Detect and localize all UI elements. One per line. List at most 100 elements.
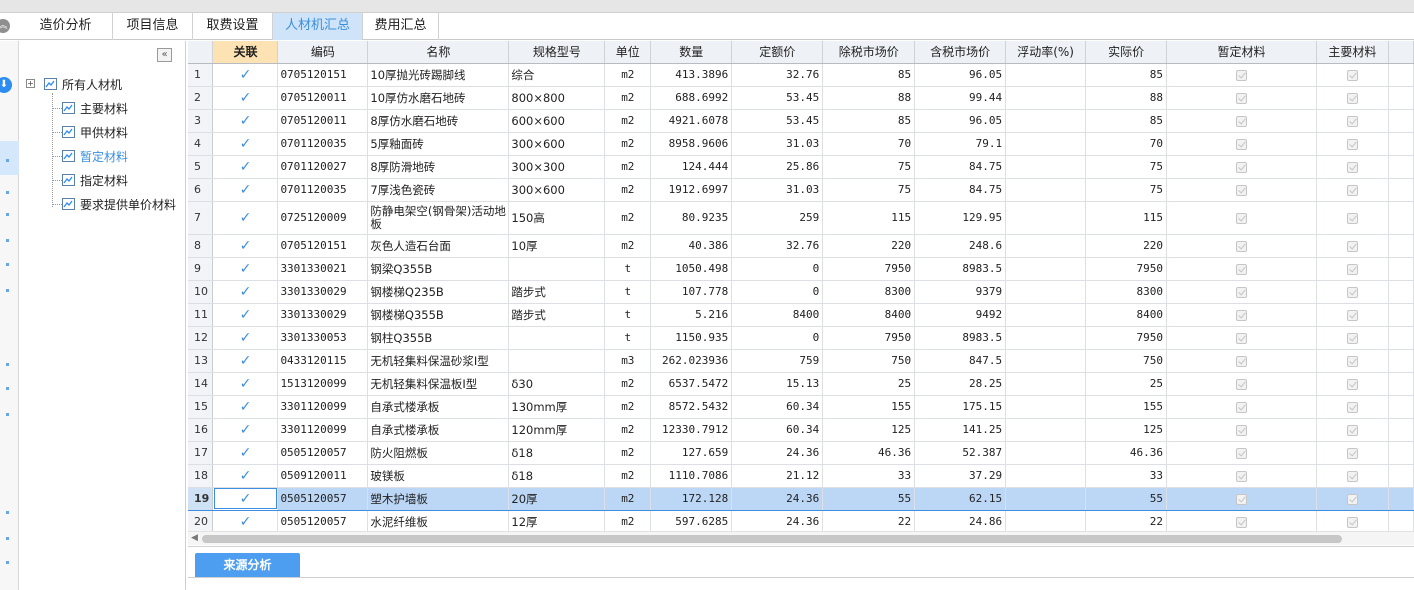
checkbox-icon[interactable] [1346,401,1358,413]
table-row[interactable]: 4 ✓ 0701120035 5厚釉面砖 300×600 m2 8958.9606 31.03… [188,132,1414,156]
provisional-material-cell[interactable] [1166,510,1317,531]
table-row[interactable]: 11 ✓ 3301330029 钢楼梯Q355B 踏步式 t 5.216 8400 8400 94… [188,303,1414,327]
column-header[interactable]: 名称 [367,41,510,64]
quantity-cell[interactable]: 8572.5432 [650,395,733,419]
inc-tax-price-cell[interactable]: 84.75 [914,155,1007,179]
spec-cell[interactable]: 300×300 [508,155,606,179]
spec-cell[interactable]: 600×600 [508,109,606,133]
spec-cell[interactable]: 踏步式 [508,303,606,327]
checkbox-icon[interactable] [1235,470,1247,482]
actual-price-cell[interactable]: 7950 [1085,326,1168,350]
checkbox-icon[interactable] [1346,309,1358,321]
column-header[interactable]: 单位 [604,41,652,64]
quota-price-cell[interactable]: 8400 [731,303,824,327]
quantity-cell[interactable]: 107.778 [650,280,733,304]
ex-tax-price-cell[interactable]: 115 [822,201,916,235]
ex-tax-price-cell[interactable]: 220 [822,234,916,258]
unit-cell[interactable]: m2 [604,464,652,488]
link-cell[interactable]: ✓ [212,464,279,488]
quota-price-cell[interactable]: 0 [731,257,824,281]
table-row[interactable]: 6 ✓ 0701120035 7厚浅色瓷砖 300×600 m2 1912.6997 31.0… [188,178,1414,202]
code-cell[interactable]: 0509120011 [277,464,369,488]
quantity-cell[interactable]: 8958.9606 [650,132,733,156]
link-cell[interactable]: ✓ [212,372,279,396]
horizontal-scrollbar[interactable]: ◀ [188,531,1414,545]
ex-tax-price-cell[interactable]: 33 [822,464,916,488]
unit-cell[interactable]: m2 [604,86,652,110]
checkbox-icon[interactable] [1346,378,1358,390]
quota-price-cell[interactable]: 21.12 [731,464,824,488]
ex-tax-price-cell[interactable]: 85 [822,109,916,133]
quota-price-cell[interactable]: 0 [731,280,824,304]
ex-tax-price-cell[interactable]: 8400 [822,303,916,327]
quota-price-cell[interactable]: 53.45 [731,109,824,133]
main-material-cell[interactable] [1316,86,1389,110]
ex-tax-price-cell[interactable]: 125 [822,418,916,442]
collapse-panel-button[interactable]: ︽ [0,19,12,33]
quantity-cell[interactable]: 127.659 [650,441,733,465]
main-material-cell[interactable] [1316,464,1389,488]
checkbox-icon[interactable] [1346,138,1358,150]
unit-cell[interactable]: m2 [604,372,652,396]
table-row[interactable]: 8 ✓ 0705120151 灰色人造石台面 10厚 m2 40.386 32.76 220 24… [188,234,1414,258]
table-row[interactable]: 10 ✓ 3301330029 钢楼梯Q235B 踏步式 t 107.778 0 8300 937… [188,280,1414,304]
provisional-material-cell[interactable] [1166,464,1317,488]
name-cell[interactable]: 自承式楼承板 [367,395,510,419]
ex-tax-price-cell[interactable]: 25 [822,372,916,396]
quantity-cell[interactable]: 4921.6078 [650,109,733,133]
inc-tax-price-cell[interactable]: 9379 [914,280,1007,304]
provisional-material-cell[interactable] [1166,234,1317,258]
quantity-cell[interactable]: 413.3896 [650,63,733,87]
ex-tax-price-cell[interactable]: 75 [822,155,916,179]
quantity-cell[interactable]: 172.128 [650,486,733,511]
spec-cell[interactable]: δ30 [508,372,606,396]
inc-tax-price-cell[interactable]: 28.25 [914,372,1007,396]
checkbox-icon[interactable] [1346,263,1358,275]
main-material-cell[interactable] [1316,303,1389,327]
checkbox-icon[interactable] [1346,493,1358,505]
tab-5[interactable]: 费用汇总 [363,13,439,40]
checkbox-icon[interactable] [1235,240,1247,252]
actual-price-cell[interactable]: 55 [1085,486,1168,511]
name-cell[interactable]: 无机轻集料保温板Ⅰ型 [367,372,510,396]
unit-cell[interactable]: t [604,303,652,327]
column-header[interactable]: 暂定材料 [1166,41,1317,64]
main-material-cell[interactable] [1316,178,1389,202]
link-cell[interactable]: ✓ [212,441,279,465]
main-material-cell[interactable] [1316,372,1389,396]
ex-tax-price-cell[interactable]: 88 [822,86,916,110]
name-cell[interactable]: 玻镁板 [367,464,510,488]
name-cell[interactable]: 无机轻集料保温砂浆Ⅰ型 [367,349,510,373]
quota-price-cell[interactable]: 60.34 [731,395,824,419]
checkbox-icon[interactable] [1346,240,1358,252]
spec-cell[interactable]: 300×600 [508,132,606,156]
quantity-cell[interactable]: 80.9235 [650,201,733,235]
code-cell[interactable]: 0701120035 [277,178,369,202]
actual-price-cell[interactable]: 75 [1085,155,1168,179]
ex-tax-price-cell[interactable]: 75 [822,178,916,202]
actual-price-cell[interactable]: 22 [1085,510,1168,531]
name-cell[interactable]: 钢柱Q355B [367,326,510,350]
link-cell[interactable]: ✓ [212,201,279,235]
quantity-cell[interactable]: 12330.7912 [650,418,733,442]
name-cell[interactable]: 钢梁Q355B [367,257,510,281]
inc-tax-price-cell[interactable]: 62.15 [914,486,1007,511]
actual-price-cell[interactable]: 155 [1085,395,1168,419]
column-header[interactable]: 定额价 [731,41,824,64]
main-material-cell[interactable] [1316,280,1389,304]
main-material-cell[interactable] [1316,155,1389,179]
tree-root-all-materials[interactable]: 所有人材机 [44,74,122,94]
table-row[interactable]: 20 ✓ 0505120057 水泥纤维板 12厚 m2 597.6285 24.36 22 24… [188,510,1414,531]
float-rate-cell[interactable] [1005,349,1087,373]
unit-cell[interactable]: m2 [604,234,652,258]
unit-cell[interactable]: m2 [604,441,652,465]
float-rate-cell[interactable] [1005,280,1087,304]
link-cell[interactable]: ✓ [212,303,279,327]
name-cell[interactable]: 水泥纤维板 [367,510,510,531]
main-material-cell[interactable] [1316,257,1389,281]
actual-price-cell[interactable]: 85 [1085,63,1168,87]
checkbox-icon[interactable] [1235,309,1247,321]
main-material-cell[interactable] [1316,326,1389,350]
link-cell[interactable]: ✓ [212,132,279,156]
checkbox-icon[interactable] [1235,493,1247,505]
